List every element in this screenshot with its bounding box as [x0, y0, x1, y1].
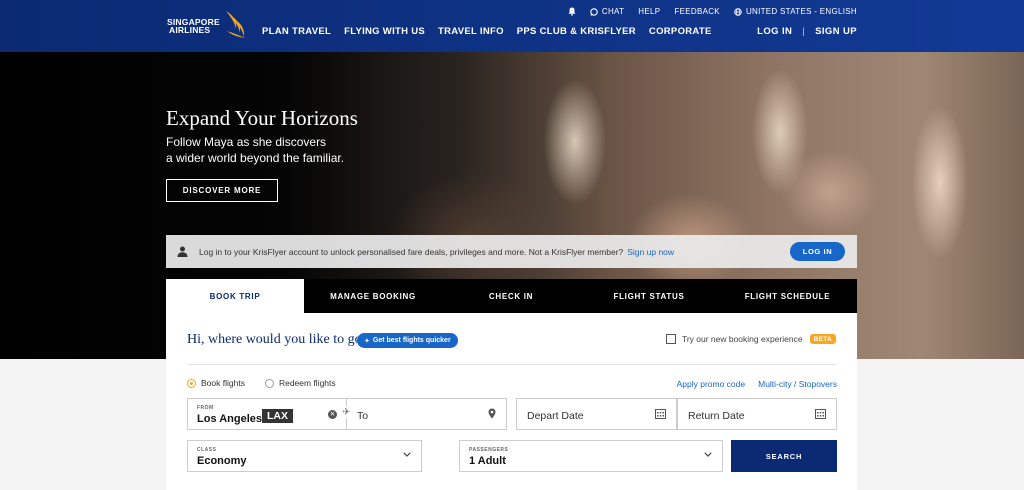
region-label: UNITED STATES - ENGLISH — [745, 7, 857, 16]
auth-separator: | — [802, 26, 806, 37]
clear-origin-icon[interactable]: ✕ — [328, 410, 337, 419]
radio-redeem-flights-label: Redeem flights — [278, 378, 336, 388]
banner-message: Log in to your KrisFlyer account to unlo… — [199, 246, 624, 257]
get-best-flights-label: Get best flights quicker — [372, 337, 451, 344]
new-experience-checkbox[interactable] — [665, 334, 676, 344]
utility-bar: CHAT HELP FEEDBACK UNITED STATES - ENGLI… — [554, 7, 857, 16]
main-nav: PLAN TRAVEL FLYING WITH US TRAVEL INFO P… — [262, 26, 725, 37]
tab-book-trip[interactable]: BOOK TRIP — [166, 279, 304, 313]
nav-corporate[interactable]: CORPORATE — [649, 26, 712, 37]
calendar-icon — [655, 409, 666, 419]
radio-redeem-flights[interactable]: Redeem flights — [264, 378, 336, 388]
signup-link[interactable]: SIGN UP — [815, 26, 857, 37]
radio-book-flights-dot[interactable] — [187, 378, 196, 388]
calendar-icon — [815, 409, 826, 419]
radio-book-flights[interactable]: Book flights — [187, 378, 245, 388]
location-pin-icon — [488, 408, 496, 419]
new-booking-experience-toggle[interactable]: Try our new booking experience BETA — [665, 334, 836, 344]
new-experience-label: Try our new booking experience — [681, 334, 803, 344]
region-selector[interactable]: UNITED STATES - ENGLISH — [734, 7, 857, 16]
plane-swap-icon[interactable]: ✈ — [342, 407, 351, 418]
return-date-field[interactable]: Return Date — [677, 398, 837, 430]
multi-city-stopovers-link[interactable]: Multi-city / Stopovers — [758, 379, 837, 389]
to-field[interactable]: To — [346, 398, 507, 430]
get-best-flights-button[interactable]: ✦ Get best flights quicker — [357, 333, 458, 348]
from-city-value: Los Angeles — [197, 413, 262, 425]
chat-label: CHAT — [601, 7, 625, 16]
krisflyer-login-banner: Log in to your KrisFlyer account to unlo… — [166, 235, 857, 268]
passengers-value: 1 Adult — [469, 455, 506, 467]
feedback-link[interactable]: FEEDBACK — [674, 7, 720, 16]
singapore-airlines-logo[interactable]: SINGAPORE AIRLINES — [167, 9, 249, 41]
brand-line2: AIRLINES — [169, 25, 211, 35]
search-button[interactable]: SEARCH — [731, 440, 837, 472]
depart-date-placeholder: Depart Date — [527, 410, 584, 422]
booking-type-radios: Book flights Redeem flights — [187, 378, 356, 388]
notifications-button[interactable] — [568, 7, 576, 16]
passengers-select[interactable]: PASSENGERS 1 Adult — [459, 440, 723, 472]
chevron-down-icon — [403, 452, 411, 457]
panel-divider — [187, 364, 837, 365]
from-field[interactable]: FROM Los Angeles LAX ✕ — [187, 398, 347, 430]
class-label: CLASS — [197, 447, 217, 453]
help-label: HELP — [638, 7, 661, 16]
nav-travel-info[interactable]: TRAVEL INFO — [438, 26, 504, 37]
nav-flying-with-us[interactable]: FLYING WITH US — [344, 26, 425, 37]
hero-subtitle: Follow Maya as she discovers a wider wor… — [166, 134, 366, 166]
bell-icon — [568, 7, 576, 16]
return-date-placeholder: Return Date — [688, 410, 745, 422]
tab-flight-status[interactable]: FLIGHT STATUS — [580, 279, 718, 313]
from-airport-code: LAX — [262, 409, 293, 423]
login-link[interactable]: LOG IN — [757, 26, 792, 37]
passengers-label: PASSENGERS — [469, 447, 509, 453]
class-value: Economy — [197, 455, 247, 467]
sparkle-icon: ✦ — [364, 337, 370, 345]
from-label: FROM — [197, 405, 214, 411]
sign-up-now-link[interactable]: Sign up now — [627, 247, 674, 257]
chat-icon — [590, 7, 598, 16]
site-header: SINGAPORE AIRLINES PLAN TRAVEL FLYING WI… — [0, 0, 1024, 52]
globe-icon — [734, 7, 742, 16]
chevron-down-icon — [704, 452, 712, 457]
depart-date-field[interactable]: Depart Date — [516, 398, 677, 430]
tab-check-in[interactable]: CHECK IN — [442, 279, 580, 313]
booking-greeting: Hi, where would you like to go? — [187, 332, 368, 347]
nav-plan-travel[interactable]: PLAN TRAVEL — [262, 26, 331, 37]
radio-book-flights-label: Book flights — [201, 378, 245, 388]
tab-flight-schedule[interactable]: FLIGHT SCHEDULE — [718, 279, 857, 313]
class-select[interactable]: CLASS Economy — [187, 440, 422, 472]
bird-logo-icon — [226, 11, 245, 38]
chat-link[interactable]: CHAT — [590, 7, 624, 16]
booking-panel: Hi, where would you like to go? ✦ Get be… — [166, 313, 857, 490]
hero-subtitle-line2: a wider world beyond the familiar. — [166, 151, 345, 165]
tab-manage-booking[interactable]: MANAGE BOOKING — [304, 279, 442, 313]
to-placeholder: To — [357, 410, 369, 422]
booking-tabs: BOOK TRIP MANAGE BOOKING CHECK IN FLIGHT… — [166, 279, 857, 313]
apply-promo-code-link[interactable]: Apply promo code — [677, 379, 746, 389]
feedback-label: FEEDBACK — [674, 7, 720, 16]
person-icon — [177, 246, 188, 257]
booking-options-links: Apply promo code Multi-city / Stopovers — [664, 379, 837, 389]
brand-name: SINGAPORE AIRLINES — [167, 18, 220, 35]
radio-redeem-flights-dot[interactable] — [264, 378, 274, 388]
discover-more-button[interactable]: DISCOVER MORE — [166, 179, 278, 202]
beta-badge: BETA — [809, 334, 836, 344]
banner-login-button[interactable]: LOG IN — [790, 242, 845, 261]
help-link[interactable]: HELP — [638, 7, 660, 16]
hero-title: Expand Your Horizons — [166, 106, 358, 130]
hero-subtitle-line1: Follow Maya as she discovers — [166, 135, 327, 149]
auth-links: LOG IN | SIGN UP — [757, 26, 857, 37]
nav-pps-club-krisflyer[interactable]: PPS CLUB & KRISFLYER — [517, 26, 636, 37]
